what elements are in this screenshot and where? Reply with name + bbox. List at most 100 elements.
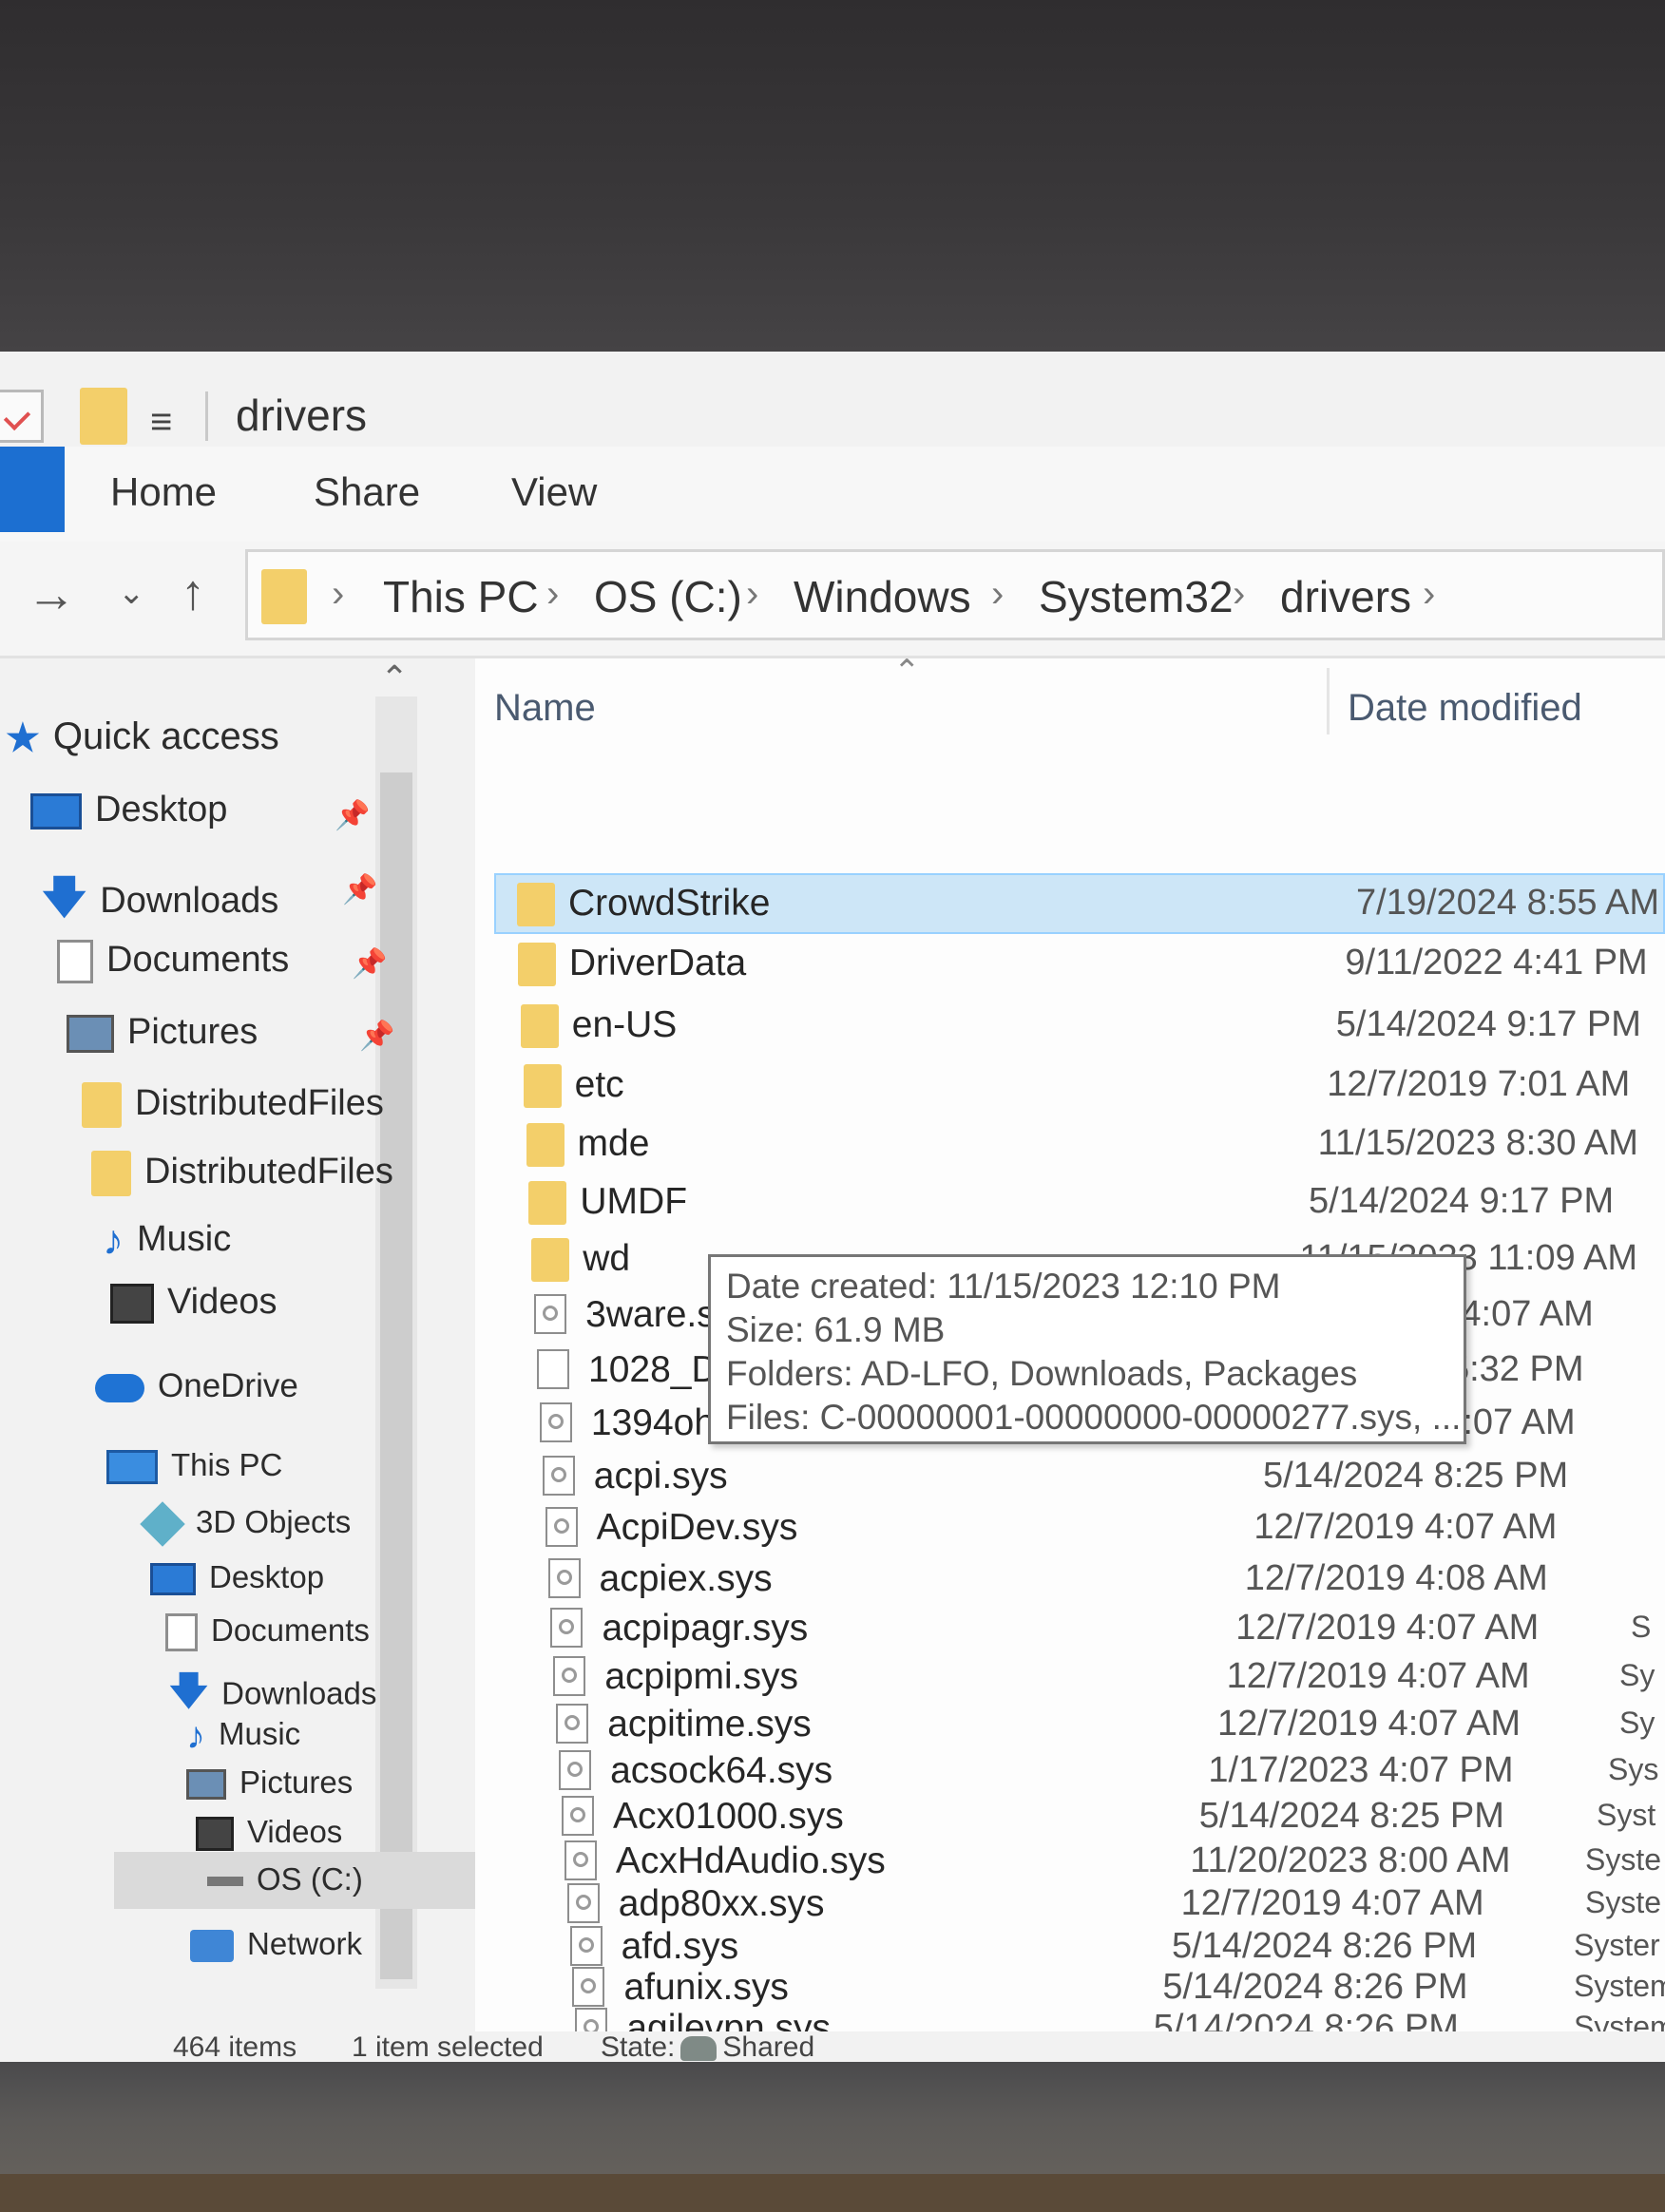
system-file-icon (564, 1840, 597, 1880)
file-name: DriverData (568, 943, 747, 984)
desktop-icon (150, 1563, 196, 1596)
folder-row[interactable]: DriverData 9/11/2022 4:41 PM (494, 935, 1665, 996)
file-name: acpipmi.sys (604, 1656, 799, 1698)
folder-row[interactable]: mde 11/15/2023 8:30 AM (494, 1116, 1665, 1176)
file-name: Acx01000.sys (612, 1796, 844, 1838)
recent-locations-chevron-icon[interactable]: ⌄ (118, 574, 145, 612)
file-name: acsock64.sys (610, 1750, 833, 1792)
column-divider[interactable] (1327, 668, 1330, 734)
nav-quick-desktop[interactable]: Desktop (30, 790, 227, 830)
system-file-icon (534, 1294, 567, 1335)
nav-pc-os-c[interactable]: OS (C:) (207, 1861, 363, 1897)
window-title: drivers (236, 391, 368, 440)
pin-icon[interactable]: 📌 (335, 799, 370, 832)
file-date-modified: 11/15/2023 8:30 AM (1317, 1123, 1638, 1164)
nav-onedrive[interactable]: OneDrive (95, 1367, 298, 1405)
pin-icon[interactable]: 📌 (342, 873, 377, 906)
navigation-row: → ⌄ ↑ › This PC › OS (C:) › Windows › Sy… (0, 542, 1665, 658)
folder-icon (528, 1181, 567, 1226)
chevron-right-icon[interactable]: › (546, 573, 559, 616)
up-arrow-icon[interactable]: ↑ (181, 564, 205, 621)
folder-row[interactable]: en-US 5/14/2024 9:17 PM (494, 997, 1665, 1058)
system-file-icon (542, 1456, 575, 1496)
file-date-modified: 5/14/2024 8:25 PM (1198, 1796, 1504, 1837)
scroll-up-icon[interactable]: ⌃ (380, 658, 409, 698)
breadcrumb-drivers[interactable]: drivers (1280, 571, 1411, 622)
tab-share[interactable]: Share (314, 469, 420, 515)
nav-quick-distributedfiles-2[interactable]: DistributedFiles (91, 1151, 393, 1196)
system-file-icon (559, 1750, 592, 1791)
nav-pc-videos[interactable]: Videos (196, 1814, 342, 1852)
folder-icon (520, 1003, 559, 1048)
folder-row[interactable]: CrowdStrike 7/19/2024 8:55 AM (494, 873, 1665, 934)
title-bar: ≡ drivers (0, 352, 1665, 447)
file-name: etc (574, 1064, 624, 1106)
tab-home[interactable]: Home (110, 469, 217, 515)
file-type: Sy (1619, 1706, 1655, 1741)
blank-file-icon (537, 1348, 570, 1389)
chevron-right-icon[interactable]: › (1233, 573, 1245, 616)
nav-this-pc[interactable]: This PC (106, 1447, 282, 1485)
music-note-icon: ♪ (103, 1217, 124, 1264)
tab-view[interactable]: View (511, 469, 597, 515)
system-file-icon (561, 1796, 594, 1837)
nav-quick-videos[interactable]: Videos (110, 1282, 278, 1324)
file-date-modified: 12/7/2019 7:01 AM (1327, 1064, 1631, 1105)
picture-icon (186, 1769, 226, 1801)
file-name: mde (577, 1123, 650, 1165)
status-selection: 1 item selected (352, 2031, 544, 2063)
file-date-modified: 12/7/2019 4:07 AM (1235, 1608, 1540, 1649)
folder-icon (82, 1082, 122, 1128)
file-type: Sys (1608, 1752, 1659, 1787)
file-name: UMDF (580, 1181, 688, 1223)
nav-network[interactable]: Network (190, 1926, 362, 1963)
column-header-name[interactable]: Name (494, 687, 596, 730)
nav-quick-distributedfiles-1[interactable]: DistributedFiles (82, 1082, 384, 1128)
nav-pc-music[interactable]: ♪ Music (186, 1715, 300, 1758)
nav-pc-3d-objects[interactable]: 3D Objects (140, 1501, 351, 1548)
chevron-right-icon[interactable]: › (991, 573, 1004, 616)
file-name: acpi.sys (593, 1456, 728, 1497)
chevron-right-icon[interactable]: › (1423, 573, 1435, 616)
file-date-modified: 5/14/2024 9:17 PM (1309, 1181, 1615, 1222)
address-bar[interactable]: › This PC › OS (C:) › Windows › System32… (245, 549, 1665, 640)
quick-access-toolbar-dropdown-icon[interactable]: ≡ (150, 401, 172, 444)
nav-pc-pictures[interactable]: Pictures (186, 1764, 353, 1801)
tooltip-folders: Folders: AD-LFO, Downloads, Packages (726, 1354, 1358, 1393)
chevron-right-icon[interactable]: › (746, 573, 758, 616)
file-tab[interactable] (0, 447, 65, 532)
pin-icon[interactable]: 📌 (359, 1020, 394, 1053)
column-header-date-modified[interactable]: Date modified (1348, 687, 1582, 730)
new-folder-icon[interactable] (80, 388, 127, 445)
nav-quick-downloads[interactable]: 🡇 Downloads (42, 866, 278, 940)
file-name: en-US (571, 1003, 678, 1045)
nav-quick-access[interactable]: ★ Quick access (6, 715, 279, 760)
computer-icon (106, 1450, 158, 1485)
breadcrumb-os-c[interactable]: OS (C:) (594, 571, 742, 622)
file-type: Syste (1585, 1841, 1662, 1877)
network-icon (190, 1930, 234, 1963)
nav-quick-pictures[interactable]: Pictures (67, 1012, 258, 1053)
file-name: CrowdStrike (568, 883, 771, 924)
breadcrumb-system32[interactable]: System32 (1039, 571, 1234, 622)
title-divider (205, 391, 208, 441)
pin-icon[interactable]: 📌 (352, 947, 387, 981)
forward-arrow-icon[interactable]: → (27, 566, 76, 623)
nav-quick-music[interactable]: ♪ Music (103, 1217, 231, 1265)
file-type: Syst (1597, 1798, 1656, 1833)
file-name: acpitime.sys (607, 1704, 812, 1745)
status-state: State: Shared (601, 2031, 815, 2063)
nav-pc-documents[interactable]: Documents (165, 1612, 370, 1652)
properties-check-icon[interactable] (0, 390, 44, 443)
folder-icon (91, 1151, 131, 1196)
nav-pc-desktop[interactable]: Desktop (150, 1559, 324, 1596)
breadcrumb-windows[interactable]: Windows (794, 571, 971, 622)
folder-row[interactable]: UMDF 5/14/2024 9:17 PM (494, 1173, 1665, 1234)
folder-row[interactable]: etc 12/7/2019 7:01 AM (494, 1057, 1665, 1117)
breadcrumb-this-pc[interactable]: This PC (383, 571, 539, 622)
chevron-right-icon[interactable]: › (332, 573, 344, 616)
video-icon (196, 1817, 234, 1852)
file-list-pane: ⌃ Name Date modified CrowdStrike 7/19/202… (475, 654, 1665, 2049)
video-icon (110, 1283, 154, 1324)
nav-quick-documents[interactable]: Documents (57, 940, 289, 983)
